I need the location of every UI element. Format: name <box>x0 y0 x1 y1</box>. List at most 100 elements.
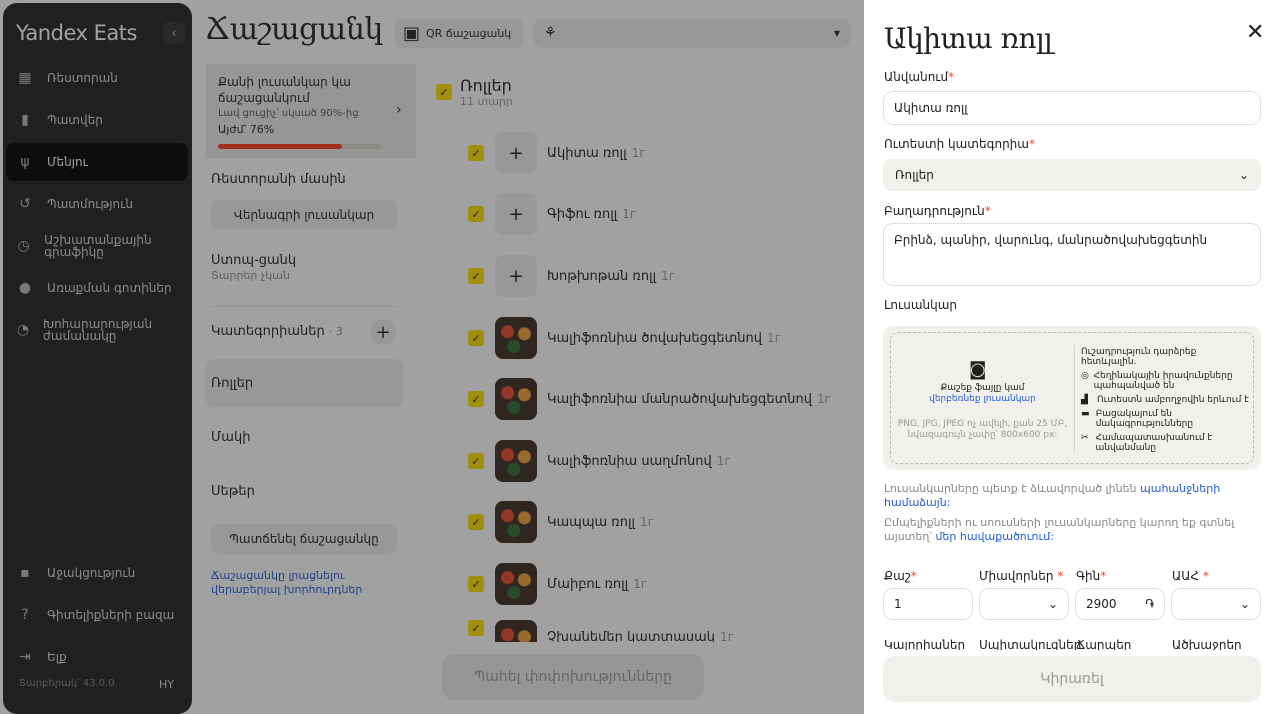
fork-knife-icon: ψ <box>20 154 30 170</box>
chevron-down-icon: ⌄ <box>1238 168 1249 182</box>
upload-formats: PNG, JPG, JPEG ոչ ավելի, քան 25 ՄԲ, նվազ… <box>897 419 1068 440</box>
progress-hint: Լավ ցուցիչ՝ սկսած 90%-ից <box>218 108 359 119</box>
category-select[interactable]: Ռոլլեր ⌄ <box>883 159 1261 191</box>
progress-now: Այժմ՝ 76% <box>218 123 275 136</box>
no-text-icon: ▬ <box>1081 409 1090 419</box>
language-switch[interactable]: HY <box>159 678 174 691</box>
dish-name: Ակիտա ռոլլ <box>547 145 627 161</box>
dish-checkbox[interactable]: ✓ <box>468 514 484 530</box>
sidebar-item-history[interactable]: ↺ Պատմություն <box>6 185 188 223</box>
sidebar-item-label: Մենյու <box>47 155 88 169</box>
dish-row[interactable]: ✓ + Խոթխոթան ռոլլ 1г <box>468 252 848 300</box>
dish-photo <box>495 563 537 605</box>
dish-weight: 1г <box>631 146 646 160</box>
dish-name: Չխանեմեր կատտասակ <box>547 630 716 642</box>
dish-row[interactable]: ✓ Մաիբու ռոլլ 1г <box>468 560 848 608</box>
photo-dropzone[interactable]: ◙ Քաշեք ֆայլը կամ վերբեռնեք լուսանկար PN… <box>890 332 1254 464</box>
sidebar-item-schedule[interactable]: ◷ Աշխատանքային գրաֆիկը <box>6 227 188 265</box>
categories-count: · 3 <box>328 325 343 338</box>
dish-checkbox[interactable]: ✓ <box>468 145 484 161</box>
sidebar-item-label: Աշխատանքային գրաֆիկը <box>44 233 152 259</box>
photo-requirements-note: Լուսանկարները պետք է ձևավորված լինեն պահ… <box>884 482 1221 509</box>
sidebar-item-label: Խոհարարության ժամանակը <box>43 317 153 343</box>
sidebar: Yandex Eats ‹ ▦ Ռեստորան ▮ Պատվեր ψ Մենյ… <box>3 3 192 714</box>
currency-icon: ֏ <box>1145 596 1154 611</box>
drawer-title: Ակիտա ռոլլ <box>884 22 1053 55</box>
dish-checkbox[interactable]: ✓ <box>468 268 484 284</box>
sidebar-item-delivery-zones[interactable]: ● Առաքման գոտիներ <box>6 269 188 307</box>
dish-row[interactable]: ✓ Կալիֆոռնիա ծովախեցգետնով 1г <box>468 314 848 362</box>
dish-name-input[interactable]: Ակիտա ռոլլ <box>883 91 1261 125</box>
dish-row[interactable]: ✓ Կալիֆոռնիա սաղմոնով 1г <box>468 437 848 485</box>
dish-checkbox[interactable]: ✓ <box>468 206 484 222</box>
dish-checkbox[interactable]: ✓ <box>468 620 484 636</box>
dish-row[interactable]: ✓ Կալիֆոռնիա մանրածովախեցգետնով 1г <box>468 375 848 423</box>
divider <box>211 306 397 307</box>
weight-label: Քաշ* <box>884 569 917 583</box>
menu-left-panel: Քանի լուսանկար կա ճաշացանկում Լավ ցուցիչ… <box>192 64 416 714</box>
apply-button[interactable]: Կիրառել <box>883 656 1261 702</box>
category-item[interactable]: Սեթեր <box>206 467 403 515</box>
match-name-icon: ✂ <box>1081 433 1089 443</box>
price-input[interactable]: 2900 ֏ <box>1075 588 1165 620</box>
composition-textarea[interactable]: Բրինձ, պանիր, վարունգ, մանրածովախեցգետին <box>883 223 1261 286</box>
collection-note: Ըմպելիքների ու սոուսների լուսանկարները կ… <box>884 516 1235 543</box>
dish-photo <box>495 317 537 359</box>
chevron-down-icon: ⌄ <box>1047 597 1058 611</box>
dish-row[interactable]: ✓ + Ակիտա ռոլլ 1г <box>468 129 848 177</box>
sidebar-item-knowledge-base[interactable]: ? Գիտելիքների բազա <box>6 596 188 634</box>
sidebar-item-label: Ելք <box>47 650 67 664</box>
copy-menu-button[interactable]: Պատճենել ճաշացանկը <box>211 524 397 554</box>
sidebar-item-orders[interactable]: ▮ Պատվեր <box>6 101 188 139</box>
dish-row[interactable]: ✓ Կապպա ռոլլ 1г <box>468 498 848 546</box>
edit-cover-photo-button[interactable]: Վերնագրի լուսանկար <box>211 200 397 230</box>
photo-progress-card[interactable]: Քանի լուսանկար կա ճաշացանկում Լավ ցուցիչ… <box>206 64 416 158</box>
requirement-item: ▟ Ուտեստն ամբողջովին երևում է <box>1081 395 1249 405</box>
menu-tips-link[interactable]: Ճաշացանկը լրացնելու վերաբերյալ խորհուրդն… <box>211 569 381 597</box>
dish-name: Կալիֆոռնիա սաղմոնով <box>547 453 712 469</box>
upload-photo-link[interactable]: վերբեռնեք լուսանկար <box>891 394 1074 404</box>
units-select[interactable]: ⌄ <box>979 588 1069 620</box>
categories-label: Կատեգորիաներ <box>211 324 325 339</box>
dish-photo <box>495 620 537 642</box>
group-checkbox[interactable]: ✓ <box>436 84 452 100</box>
close-icon[interactable]: ✕ <box>1246 20 1264 45</box>
vat-select[interactable]: ⌄ <box>1171 588 1261 620</box>
sidebar-item-cooking-time[interactable]: ◔ Խոհարարության ժամանակը <box>6 311 188 349</box>
weight-input[interactable]: 1 <box>883 588 973 620</box>
chevron-down-icon: ⌄ <box>1239 597 1250 611</box>
qr-menu-button[interactable]: ▣ QR ճաշացանկ <box>395 18 524 48</box>
dish-photo <box>495 378 537 420</box>
add-photo-icon[interactable]: + <box>495 132 537 174</box>
sidebar-item-restaurant[interactable]: ▦ Ռեստորան <box>6 59 188 97</box>
sidebar-nav-bottom: ▪ Աջակցություն ? Գիտելիքների բազա ⇥ Ելք <box>3 554 192 680</box>
stop-list-title[interactable]: Ստոպ-ցանկ <box>211 253 296 268</box>
save-changes-button[interactable]: Պահել փոփոխությունները <box>442 654 704 700</box>
add-photo-icon[interactable]: + <box>495 193 537 235</box>
dish-checkbox[interactable]: ✓ <box>468 330 484 346</box>
dish-checkbox[interactable]: ✓ <box>468 453 484 469</box>
dish-row[interactable]: ✓ + Գիֆու ռոլլ 1г <box>468 190 848 238</box>
location-pin-icon: ● <box>18 280 32 296</box>
sidebar-item-support[interactable]: ▪ Աջակցություն <box>6 554 188 592</box>
add-photo-icon[interactable]: + <box>495 255 537 297</box>
category-item[interactable]: Մակի <box>206 413 403 461</box>
collection-link[interactable]: մեր հավաքածուում: <box>935 530 1054 543</box>
restaurant-select[interactable]: ⚘ ▾ <box>534 18 850 48</box>
dish-photo <box>495 501 537 543</box>
sidebar-item-menu[interactable]: ψ Մենյու <box>6 143 188 181</box>
requirement-item: ◎ Հեղինակային իրավունքները պահպանված են <box>1081 371 1233 391</box>
category-item[interactable]: Ռոլլեր <box>206 359 403 407</box>
brand-logo: Yandex Eats <box>16 21 137 45</box>
clock-icon: ◷ <box>17 238 30 254</box>
dish-checkbox[interactable]: ✓ <box>468 576 484 592</box>
dish-weight: 1г <box>622 207 637 221</box>
add-category-button[interactable]: + <box>370 319 396 345</box>
dish-checkbox[interactable]: ✓ <box>468 391 484 407</box>
sidebar-item-logout[interactable]: ⇥ Ելք <box>6 638 188 676</box>
category-select-value: Ռոլլեր <box>895 168 934 182</box>
collapse-sidebar-button[interactable]: ‹ <box>163 22 185 44</box>
dish-row[interactable]: ✓ Չխանեմեր կատտասակ 1г <box>468 620 848 642</box>
dish-weight: 1г <box>766 331 781 345</box>
dish-weight: 1г <box>817 392 831 406</box>
